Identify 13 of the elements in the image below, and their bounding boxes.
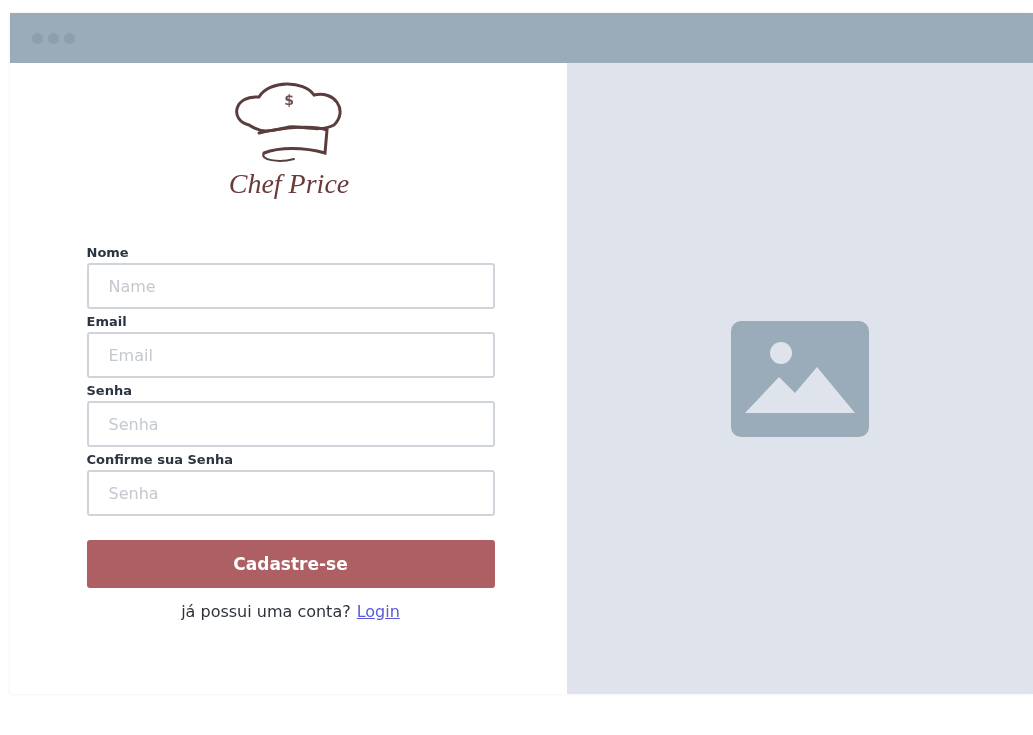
input-field[interactable]: Email (86, 332, 495, 378)
image-placeholder-icon (731, 320, 869, 437)
field-label: Email (86, 314, 128, 329)
field-label: Nome (86, 245, 130, 260)
signup-button[interactable]: Cadastre-se (86, 540, 495, 588)
login-link[interactable]: Login (356, 602, 400, 621)
input-field[interactable]: Senha (86, 470, 495, 516)
field-label: Confirme sua Senha (86, 452, 234, 467)
login-prompt: já possui uma conta? (181, 602, 351, 621)
field-label: Senha (86, 383, 133, 398)
input-field[interactable]: Senha (86, 401, 495, 447)
logo: $ Chef Price (208, 75, 369, 205)
input-field[interactable]: Name (86, 263, 495, 309)
